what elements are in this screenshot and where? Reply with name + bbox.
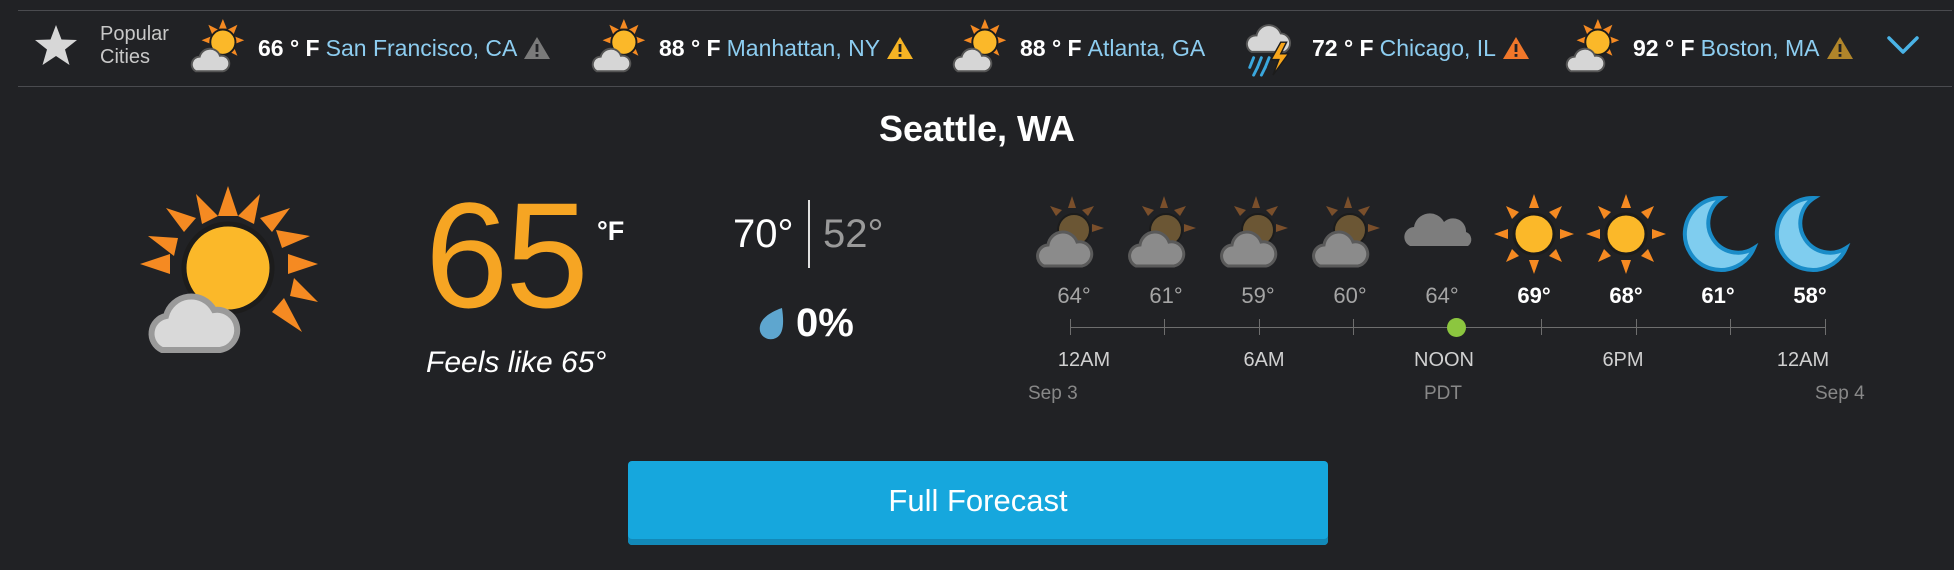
hourly-temp: 61° <box>1149 283 1183 308</box>
city-temp: 72 ° F <box>1312 34 1374 61</box>
night-cloudy-icon <box>1036 196 1104 268</box>
current-time-marker <box>1447 318 1466 337</box>
hourly-temp: 60° <box>1333 283 1367 308</box>
hourly-temp: 64° <box>1057 283 1091 308</box>
city-name[interactable]: Atlanta, GA <box>1088 35 1206 62</box>
timeline-tick <box>1259 319 1260 335</box>
precip-chance: 0% <box>796 301 854 345</box>
timezone-label: PDT <box>1424 383 1462 404</box>
temp-unit[interactable]: °F <box>597 216 624 247</box>
city-temp: 66 ° F <box>258 34 320 61</box>
partly-cloudy-icon <box>1565 18 1620 73</box>
hourly-temp: 61° <box>1701 283 1735 308</box>
partly-cloudy-icon <box>952 18 1007 73</box>
popular-cities-label: Popular Cities <box>100 23 169 68</box>
timeline-tick <box>1353 319 1354 335</box>
star-icon[interactable] <box>32 22 80 70</box>
popular-city-boston[interactable]: 92 ° F Boston, MA <box>1563 18 1854 74</box>
feels-like: Feels like 65° <box>426 346 607 379</box>
popular-city-chicago[interactable]: 72 ° F Chicago, IL <box>1242 22 1530 77</box>
popular-city-atlanta[interactable]: 88 ° F Atlanta, GA <box>950 18 1211 74</box>
hi-lo-divider <box>808 200 810 268</box>
moon-icon <box>1682 195 1759 272</box>
hourly-temp: 59° <box>1241 283 1275 308</box>
time-label: 6AM <box>1243 349 1285 371</box>
timeline-tick <box>1730 319 1731 335</box>
timeline-tick <box>1636 319 1637 335</box>
top-border <box>18 10 1952 11</box>
sun-icon <box>1586 194 1666 274</box>
city-name[interactable]: Chicago, IL <box>1380 35 1496 62</box>
date-end: Sep 4 <box>1815 383 1865 404</box>
night-cloudy-icon <box>1128 196 1196 268</box>
high-temp: 70° <box>733 212 794 256</box>
popular-cities-divider <box>18 86 1952 87</box>
partly-cloudy-icon <box>591 18 646 73</box>
timeline-tick <box>1825 319 1826 335</box>
time-label: 12AM <box>1776 349 1830 371</box>
date-start: Sep 3 <box>1028 383 1078 404</box>
raindrop-icon <box>759 308 784 340</box>
chevron-down-icon[interactable] <box>1886 34 1920 56</box>
timeline-tick <box>1164 319 1165 335</box>
city-name[interactable]: Manhattan, NY <box>727 35 880 62</box>
warning-icon[interactable] <box>886 35 914 61</box>
timeline-tick <box>1070 319 1071 335</box>
full-forecast-button[interactable]: Full Forecast <box>628 461 1328 545</box>
time-label: NOON <box>1414 349 1474 371</box>
city-temp: 92 ° F <box>1633 34 1695 61</box>
full-forecast-label: Full Forecast <box>888 483 1068 518</box>
partly-cloudy-icon <box>190 18 245 73</box>
hourly-temp: 69° <box>1517 283 1551 308</box>
city-temp: 88 ° F <box>659 34 721 61</box>
low-temp: 52° <box>823 212 884 256</box>
location-title: Seattle, WA <box>878 108 1076 149</box>
city-name[interactable]: San Francisco, CA <box>326 35 518 62</box>
sun-icon <box>1494 194 1574 274</box>
warning-icon[interactable] <box>1826 35 1854 61</box>
night-cloudy-icon <box>1220 196 1288 268</box>
partly-sunny-icon <box>140 186 318 353</box>
thunderstorm-icon <box>1245 24 1292 77</box>
moon-icon <box>1774 195 1851 272</box>
hourly-temp: 64° <box>1425 283 1459 308</box>
current-temp: 65 <box>425 171 589 339</box>
time-label: 12AM <box>1057 349 1111 371</box>
warning-icon[interactable] <box>523 35 551 61</box>
warning-icon[interactable] <box>1502 35 1530 61</box>
popular-city-san-francisco[interactable]: 66 ° F San Francisco, CA <box>188 18 551 74</box>
cloud-icon <box>1404 213 1472 246</box>
timeline-tick <box>1541 319 1542 335</box>
night-cloudy-icon <box>1312 196 1380 268</box>
time-label: 6PM <box>1602 349 1644 371</box>
hourly-temp: 68° <box>1609 283 1643 308</box>
hourly-temp: 58° <box>1793 283 1827 308</box>
city-temp: 88 ° F <box>1020 34 1082 61</box>
city-name[interactable]: Boston, MA <box>1701 35 1820 62</box>
popular-city-manhattan[interactable]: 88 ° F Manhattan, NY <box>589 18 914 74</box>
